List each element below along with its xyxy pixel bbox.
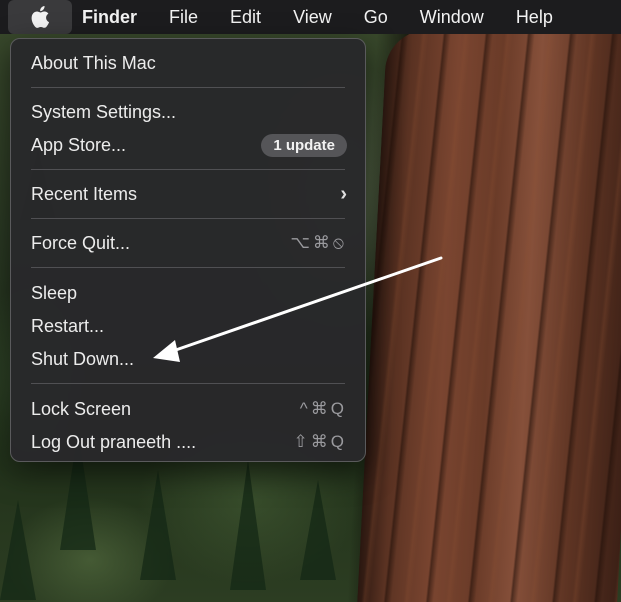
menu-item-recent-items[interactable]: Recent Items ›	[31, 179, 347, 209]
menu-item-label: About This Mac	[31, 52, 156, 73]
menu-item-shut-down[interactable]: Shut Down...	[31, 344, 347, 374]
menu-finder[interactable]: Finder	[72, 0, 153, 34]
menu-item-label: Log Out praneeth ....	[31, 431, 197, 452]
apple-logo-icon	[31, 6, 50, 28]
menu-item-lock-screen[interactable]: Lock Screen ^⌘Q	[31, 394, 347, 424]
menu-item-label: System Settings...	[31, 101, 177, 122]
chevron-right-icon: ›	[340, 182, 347, 205]
update-badge: 1 update	[261, 133, 347, 157]
menu-item-restart[interactable]: Restart...	[31, 311, 347, 341]
menu-separator	[31, 218, 345, 219]
menu-item-about-this-mac[interactable]: About This Mac	[31, 48, 347, 78]
menu-help[interactable]: Help	[500, 0, 569, 34]
menu-separator	[31, 169, 345, 170]
menu-item-label: Recent Items	[31, 183, 138, 204]
tree-silhouette	[140, 470, 176, 580]
tree-silhouette	[300, 480, 336, 580]
menu-view[interactable]: View	[277, 0, 348, 34]
menu-item-label: Shut Down...	[31, 348, 135, 369]
tree-silhouette	[230, 460, 266, 590]
apple-menu-button[interactable]	[8, 0, 72, 34]
menu-separator	[31, 267, 345, 268]
menu-item-log-out[interactable]: Log Out praneeth .... ⇧⌘Q	[31, 427, 347, 457]
keyboard-shortcut: ⌥⌘⦸	[290, 233, 347, 252]
menu-window[interactable]: Window	[404, 0, 500, 34]
menu-item-app-store[interactable]: App Store... 1 update	[31, 130, 347, 160]
keyboard-shortcut: ^⌘Q	[299, 399, 347, 418]
menu-item-label: Lock Screen	[31, 398, 132, 419]
menu-edit[interactable]: Edit	[214, 0, 277, 34]
menu-separator	[31, 87, 345, 88]
tree-silhouette	[0, 500, 36, 600]
menu-file[interactable]: File	[153, 0, 214, 34]
menu-item-label: Restart...	[31, 315, 105, 336]
menu-bar: Finder File Edit View Go Window Help	[0, 0, 621, 34]
redwood-trunk	[356, 30, 621, 602]
menu-separator	[31, 383, 345, 384]
apple-menu-dropdown: About This Mac System Settings... App St…	[10, 38, 366, 462]
menu-item-label: App Store...	[31, 134, 127, 155]
menu-item-system-settings[interactable]: System Settings...	[31, 97, 347, 127]
keyboard-shortcut: ⇧⌘Q	[293, 432, 347, 451]
menu-item-force-quit[interactable]: Force Quit... ⌥⌘⦸	[31, 228, 347, 258]
menu-item-label: Force Quit...	[31, 232, 131, 253]
menu-item-label: Sleep	[31, 282, 78, 303]
menu-item-sleep[interactable]: Sleep	[31, 278, 347, 308]
menu-go[interactable]: Go	[348, 0, 404, 34]
